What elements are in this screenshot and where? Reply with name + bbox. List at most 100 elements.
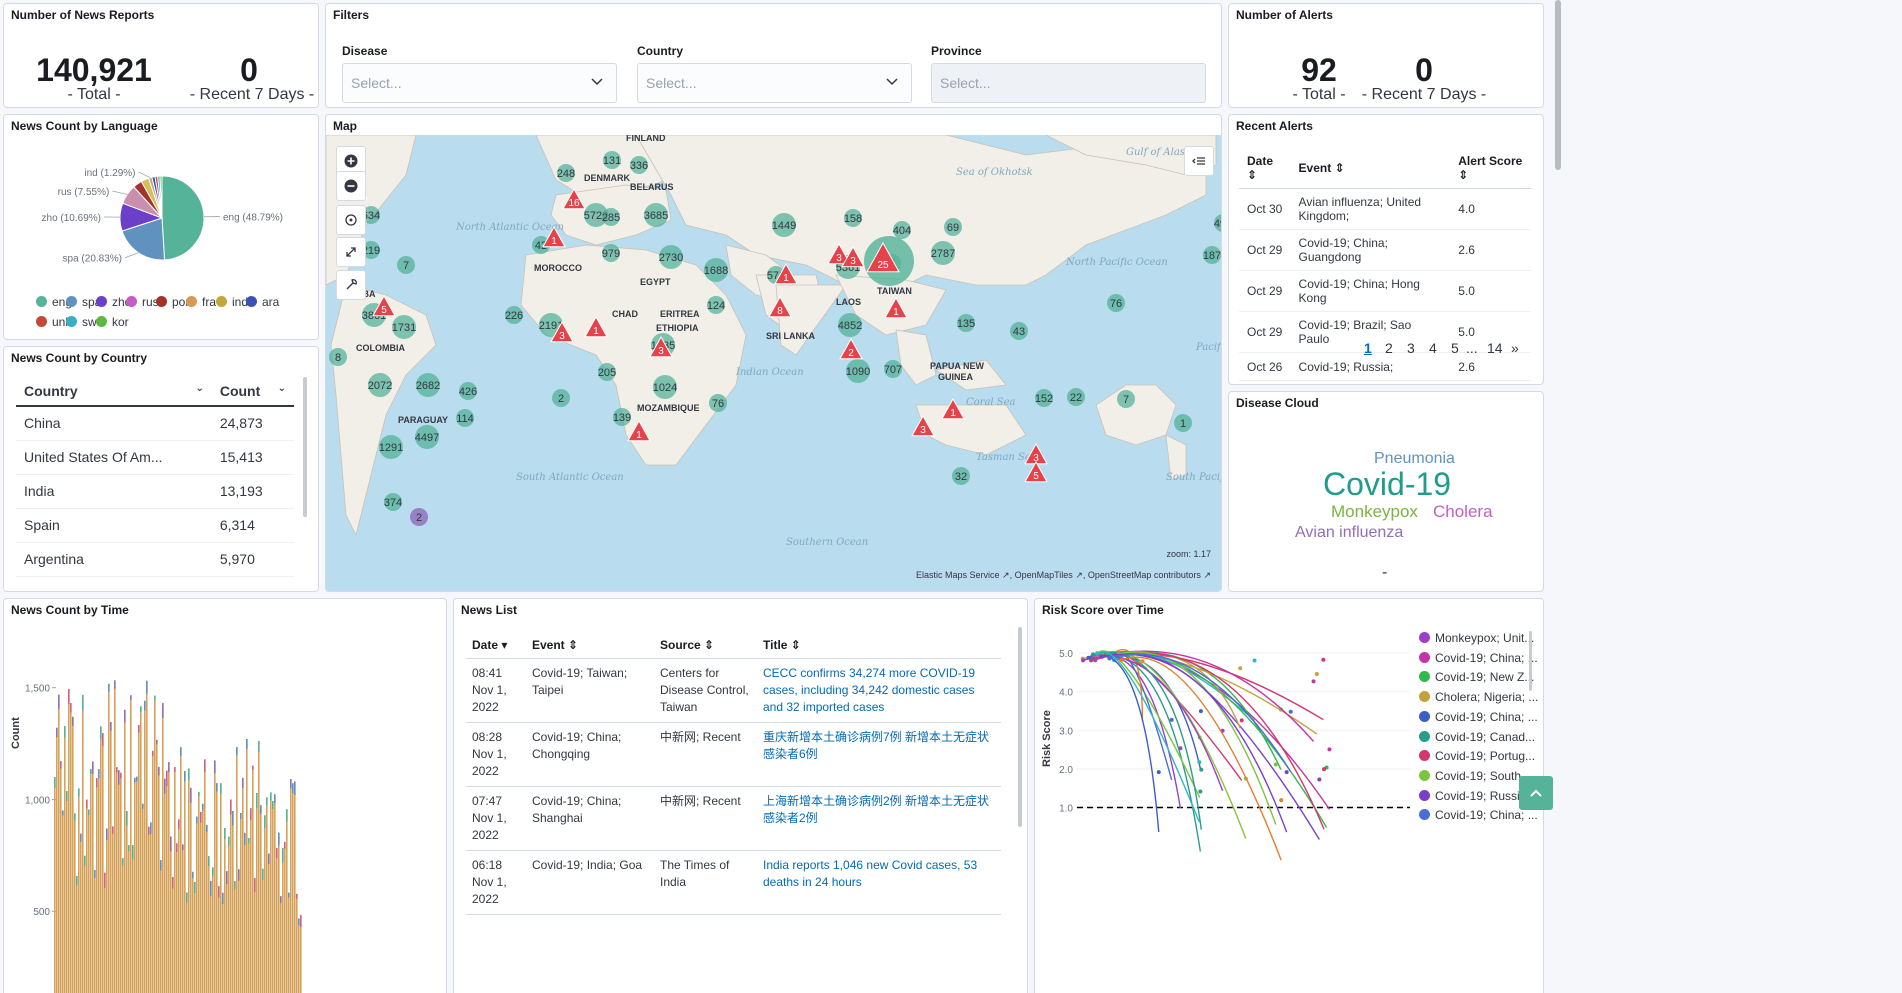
source-column-header[interactable]: Source ⇕ xyxy=(654,632,757,659)
next-page-button[interactable]: » xyxy=(1511,340,1519,356)
locate-button[interactable] xyxy=(336,205,366,235)
risk-legend-item[interactable]: Covid-19; New Z... xyxy=(1419,670,1534,684)
bar[interactable] xyxy=(96,778,98,993)
bar[interactable] xyxy=(290,779,292,993)
bar[interactable] xyxy=(148,826,150,993)
bar[interactable] xyxy=(106,828,108,993)
bar[interactable] xyxy=(158,766,160,993)
table-row[interactable]: Oct 29 Covid-19; China; Guangdong 2.6 xyxy=(1239,229,1531,271)
risk-point[interactable] xyxy=(1090,652,1095,657)
title-column-header[interactable]: Title ⇕ xyxy=(757,632,1001,659)
bar[interactable] xyxy=(280,896,282,993)
bar[interactable] xyxy=(228,836,230,993)
bar[interactable] xyxy=(124,709,126,993)
bar[interactable] xyxy=(88,809,90,993)
news-row[interactable]: 08:28 Nov 1, 2022 Covid-19; China; Chongq… xyxy=(466,722,1001,787)
bar[interactable] xyxy=(294,781,296,993)
bar[interactable] xyxy=(246,739,248,993)
page-14-button[interactable]: 14 xyxy=(1487,340,1503,356)
table-row[interactable]: Oct 30 Avian influenza; United Kingdom; 4.… xyxy=(1239,188,1531,230)
bar[interactable] xyxy=(258,740,260,993)
bar[interactable] xyxy=(288,892,290,993)
bar[interactable] xyxy=(74,813,76,993)
bar[interactable] xyxy=(298,918,300,993)
bar[interactable] xyxy=(170,836,172,993)
bar[interactable] xyxy=(252,765,254,993)
scrollbar[interactable] xyxy=(1529,631,1532,691)
attribution-omt[interactable]: OpenMapTiles xyxy=(1015,570,1073,580)
bar[interactable] xyxy=(194,882,196,993)
bar[interactable] xyxy=(78,788,80,993)
event-column-header[interactable]: Event ⇕ xyxy=(1290,148,1451,189)
cloud-word[interactable]: Avian influenza xyxy=(1295,524,1403,542)
bar[interactable] xyxy=(210,880,212,993)
bar[interactable] xyxy=(104,872,106,993)
pie-slice-eng[interactable] xyxy=(161,175,205,261)
bar[interactable] xyxy=(136,776,138,993)
bar[interactable] xyxy=(188,768,190,993)
risk-point[interactable] xyxy=(1198,709,1203,714)
risk-point[interactable] xyxy=(1199,767,1204,772)
table-row[interactable]: China 24,873 xyxy=(16,406,294,441)
bar[interactable] xyxy=(140,706,142,993)
bar[interactable] xyxy=(226,871,228,993)
legend-item-por[interactable]: por xyxy=(156,295,189,309)
date-column-header[interactable]: Date ⇕ xyxy=(1239,148,1291,189)
title-link[interactable]: CECC confirms 34,274 more COVID-19 cases… xyxy=(757,658,1001,723)
bar[interactable] xyxy=(60,761,62,993)
bar[interactable] xyxy=(134,777,136,993)
bar[interactable] xyxy=(58,694,60,993)
bar[interactable] xyxy=(216,783,218,993)
risk-point[interactable] xyxy=(1197,760,1202,765)
bar[interactable] xyxy=(234,881,236,993)
risk-point[interactable] xyxy=(1107,656,1112,661)
news-row[interactable]: 07:47 Nov 1, 2022 Covid-19; China; Shangh… xyxy=(466,786,1001,851)
risk-legend-item[interactable]: Covid-19; China; ... xyxy=(1419,710,1538,724)
risk-legend-item[interactable]: Monkeypox; Unit... xyxy=(1419,631,1534,645)
bar[interactable] xyxy=(116,767,118,993)
bar[interactable] xyxy=(236,747,238,993)
attribution-ems[interactable]: Elastic Maps Service xyxy=(916,570,1000,580)
province-select[interactable]: Select... xyxy=(931,63,1206,103)
zoom-out-button[interactable] xyxy=(336,171,366,201)
bar[interactable] xyxy=(266,797,268,993)
bar[interactable] xyxy=(120,772,122,993)
bar[interactable] xyxy=(126,811,128,993)
bar[interactable] xyxy=(66,791,68,993)
risk-point[interactable] xyxy=(1081,658,1086,663)
event-column-header[interactable]: Event ⇕ xyxy=(526,632,654,659)
bar[interactable] xyxy=(156,739,158,993)
bar[interactable] xyxy=(68,689,70,993)
bar[interactable] xyxy=(62,810,64,993)
bar[interactable] xyxy=(270,792,272,993)
risk-point[interactable] xyxy=(1317,777,1322,782)
bar[interactable] xyxy=(184,771,186,993)
bar[interactable] xyxy=(172,876,174,993)
bar[interactable] xyxy=(224,828,226,993)
bar[interactable] xyxy=(268,853,270,993)
bar[interactable] xyxy=(296,893,298,993)
bar[interactable] xyxy=(202,803,204,993)
bar[interactable] xyxy=(232,810,234,993)
bar[interactable] xyxy=(176,843,178,993)
bar[interactable] xyxy=(244,832,246,993)
bar[interactable] xyxy=(54,777,56,993)
bar[interactable] xyxy=(142,803,144,993)
bar[interactable] xyxy=(186,892,188,993)
table-row[interactable]: Argentina 5,970 xyxy=(16,542,294,577)
table-row[interactable]: Oct 26 Covid-19; Russia; 2.6 xyxy=(1239,352,1531,381)
risk-series-line[interactable] xyxy=(1082,652,1318,735)
risk-point[interactable] xyxy=(1321,657,1326,662)
news-row[interactable]: 06:18 Nov 1, 2022 Covid-19; India; Goa The… xyxy=(466,850,1001,915)
disease-select[interactable]: Select... xyxy=(342,63,617,103)
cloud-word[interactable]: Cholera xyxy=(1433,502,1493,522)
page-3-button[interactable]: 3 xyxy=(1407,340,1415,356)
bar[interactable] xyxy=(214,760,216,993)
legend-item-ara[interactable]: ara xyxy=(246,295,279,309)
bar[interactable] xyxy=(178,819,180,993)
risk-point[interactable] xyxy=(1273,762,1278,767)
bar[interactable] xyxy=(218,886,220,993)
risk-point[interactable] xyxy=(1279,798,1284,803)
bar[interactable] xyxy=(204,759,206,993)
bar[interactable] xyxy=(168,762,170,993)
